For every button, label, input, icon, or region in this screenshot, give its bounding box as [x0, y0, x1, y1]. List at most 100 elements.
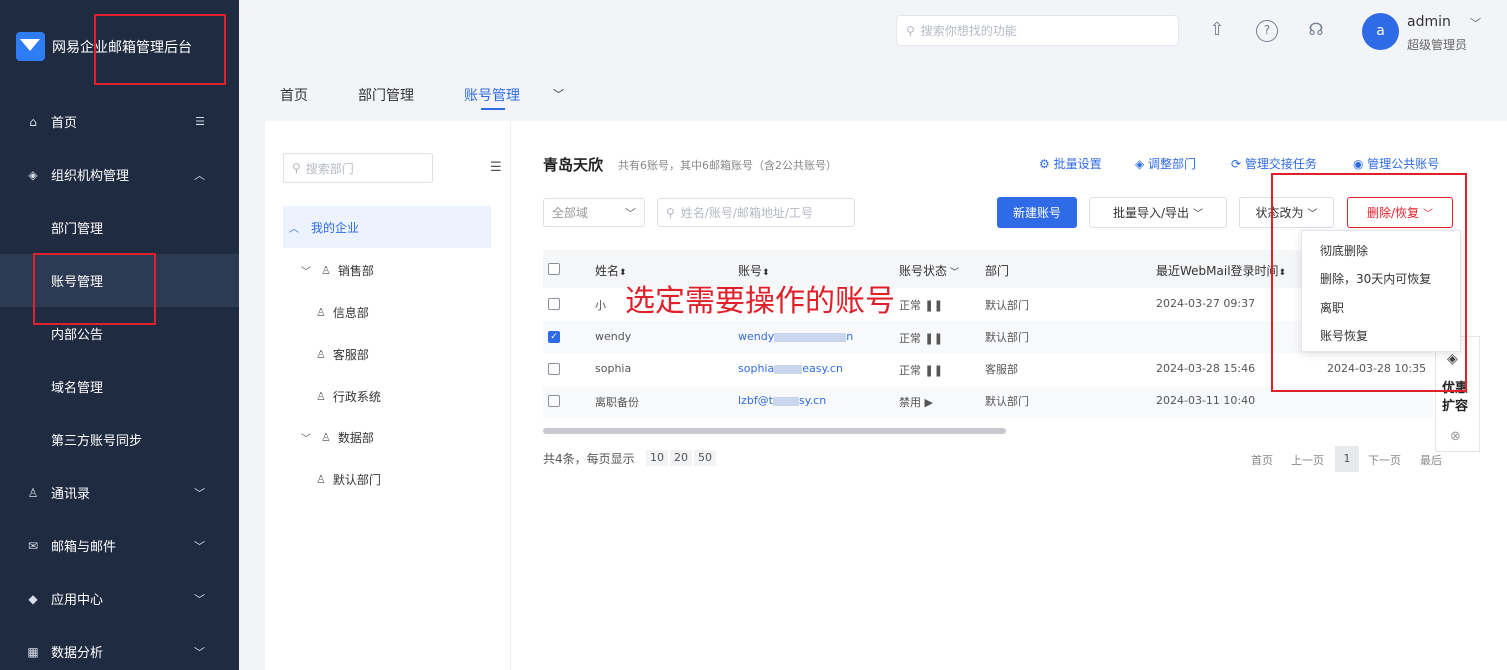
sidebar-item-contacts[interactable]: ♙ 通讯录 ﹀ [0, 466, 239, 519]
pause-icon[interactable]: ❚❚ [921, 332, 942, 345]
support-headset-icon[interactable]: ☊ [1305, 20, 1327, 42]
row-checkbox[interactable] [548, 363, 560, 375]
row-account[interactable]: lzbf@t sy.cn [738, 394, 826, 407]
tree-node[interactable]: ♙ 默认部门 [316, 471, 381, 488]
sidebar-item-dept[interactable]: 部门管理 [0, 201, 239, 254]
help-icon[interactable]: ? [1256, 20, 1278, 42]
tree-node-label: 行政系统 [332, 390, 381, 404]
sidebar-item-apps[interactable]: ◆ 应用中心 ﹀ [0, 572, 239, 625]
sidebar-item-label: 部门管理 [51, 222, 104, 237]
table-horizontal-scrollbar[interactable] [543, 428, 1006, 434]
sidebar-item-analytics[interactable]: ▦ 数据分析 ﹀ [0, 625, 239, 670]
last-page-link[interactable]: 最后 [1420, 452, 1442, 468]
status-change-button[interactable]: 状态改为 ﹀ [1239, 197, 1334, 228]
tree-root-node[interactable]: ︿ 我的企业 [283, 206, 491, 248]
group-icon: ♙ [316, 473, 326, 486]
row-checkbox[interactable] [548, 298, 560, 310]
feature-search-input[interactable]: ⚲ 搜索你想找的功能 [896, 15, 1179, 46]
tree-node[interactable]: ♙ 行政系统 [316, 388, 381, 405]
menu-item-resign[interactable]: 离职 [1320, 299, 1344, 316]
account-suffix: easy.cn [802, 362, 843, 375]
collapse-tree-icon[interactable]: ☰ [490, 160, 502, 175]
batch-settings-link[interactable]: ⚙ 批量设置 [1039, 155, 1102, 172]
layers-icon: ◈ [1135, 157, 1149, 171]
row-account[interactable]: wendy n [738, 330, 853, 343]
search-placeholder: 搜索你想找的功能 [920, 24, 1017, 38]
public-accounts-link[interactable]: ◉ 管理公共账号 [1353, 155, 1439, 172]
account-search-placeholder: 姓名/账号/邮箱地址/工号 [680, 206, 813, 220]
menu-item-restore[interactable]: 账号恢复 [1320, 327, 1368, 344]
row-checkbox[interactable] [548, 395, 560, 407]
row-checkbox-checked[interactable]: ✓ [548, 331, 560, 343]
sidebar-item-mail[interactable]: ✉ 邮箱与邮件 ﹀ [0, 519, 239, 572]
tree-node[interactable]: ♙ 客服部 [316, 346, 369, 363]
col-name[interactable]: 姓名⬍ [595, 262, 627, 279]
sidebar-item-home[interactable]: ⌂ 首页 ☰ [0, 95, 239, 148]
account-search-input[interactable]: ⚲ 姓名/账号/邮箱地址/工号 [657, 198, 855, 227]
search-icon: ⚲ [666, 205, 675, 220]
tree-node[interactable]: ﹀ ♙ 数据部 [301, 429, 374, 446]
tree-root-label: 我的企业 [311, 220, 360, 235]
chevron-down-icon: ﹀ [194, 592, 205, 606]
chevron-down-icon[interactable]: ﹀ [1470, 15, 1481, 31]
import-export-button[interactable]: 批量导入/导出 ﹀ [1089, 197, 1227, 228]
domain-select[interactable]: 全部域 ﹀ [543, 198, 645, 227]
page-size-option[interactable]: 10 [646, 450, 668, 466]
upload-icon[interactable]: ⇧ [1206, 20, 1228, 42]
tab-dept[interactable]: 部门管理 [358, 85, 414, 105]
new-account-button[interactable]: 新建账号 [997, 197, 1077, 228]
pause-icon[interactable]: ❚❚ [921, 364, 942, 377]
col-last-login[interactable]: 最近WebMail登录时间⬍ [1156, 262, 1286, 279]
promo-label: 优惠 [1442, 381, 1469, 396]
col-label: 最近WebMail登录时间 [1156, 264, 1279, 278]
collapse-sidebar-icon[interactable]: ☰ [195, 115, 205, 128]
sidebar-item-sync[interactable]: 第三方账号同步 [0, 413, 239, 466]
sidebar-item-label: 邮箱与邮件 [51, 540, 117, 555]
app-logo[interactable]: 网易企业邮箱管理后台 [16, 32, 192, 61]
row-dept: 默认部门 [985, 299, 1029, 312]
tree-node[interactable]: ♙ 信息部 [316, 304, 369, 321]
sidebar-item-account[interactable]: 账号管理 [0, 254, 239, 307]
sidebar-item-domain[interactable]: 域名管理 [0, 360, 239, 413]
delete-restore-button[interactable]: 删除/恢复 ﹀ [1347, 197, 1453, 228]
row-account[interactable]: sophia easy.cn [738, 362, 843, 375]
sidebar-item-label: 首页 [51, 116, 78, 131]
handover-tasks-link[interactable]: ⟳ 管理交接任务 [1231, 155, 1317, 172]
sidebar-item-label: 数据分析 [51, 646, 104, 661]
redacted-mask [773, 396, 799, 406]
chart-icon: ▦ [27, 644, 39, 659]
current-page[interactable]: 1 [1335, 446, 1359, 472]
chevron-down-icon: ﹀ [301, 434, 311, 445]
tab-home[interactable]: 首页 [280, 85, 308, 105]
next-page-link[interactable]: 下一页 [1368, 452, 1401, 468]
sidebar-item-label: 组织机构管理 [51, 169, 130, 184]
menu-item-soft-delete[interactable]: 删除，30天内可恢复 [1320, 270, 1431, 287]
row-status: 禁用 ▶ [899, 394, 933, 410]
adjust-dept-link[interactable]: ◈ 调整部门 [1135, 155, 1196, 172]
select-all-checkbox[interactable] [548, 263, 560, 275]
avatar[interactable]: a [1362, 13, 1399, 50]
layers-icon: ◈ [1447, 351, 1458, 367]
dept-search-input[interactable]: ⚲ 搜索部门 [283, 153, 433, 183]
first-page-link[interactable]: 首页 [1251, 452, 1273, 468]
sidebar-item-org[interactable]: ◈ 组织机构管理 ︿ [0, 148, 239, 201]
tree-node-label: 默认部门 [332, 473, 381, 487]
status-label: 禁用 [899, 396, 921, 409]
pause-icon[interactable]: ❚❚ [921, 299, 942, 312]
tab-account[interactable]: 账号管理 [464, 85, 520, 105]
page-size-option[interactable]: 20 [670, 450, 692, 466]
tabs-more-chevron-icon[interactable]: ﹀ [553, 86, 564, 102]
page-size-option[interactable]: 50 [694, 450, 716, 466]
col-status[interactable]: 账号状态 ﹀ [899, 262, 959, 279]
user-name[interactable]: admin [1407, 14, 1451, 30]
chevron-down-icon: ﹀ [194, 539, 205, 553]
play-icon[interactable]: ▶ [921, 396, 932, 409]
prev-page-link[interactable]: 上一页 [1291, 452, 1324, 468]
chevron-down-icon: ﹀ [194, 645, 205, 659]
tree-node[interactable]: ﹀ ♙ 销售部 [301, 262, 374, 279]
close-circle-icon[interactable]: ⊗ [1450, 429, 1461, 444]
menu-item-hard-delete[interactable]: 彻底删除 [1320, 242, 1368, 259]
promo-float-widget[interactable]: ◈ 优惠 扩容 ⊗ [1435, 336, 1480, 452]
sidebar-item-notice[interactable]: 内部公告 [0, 307, 239, 360]
tree-node-label: 客服部 [332, 348, 369, 362]
